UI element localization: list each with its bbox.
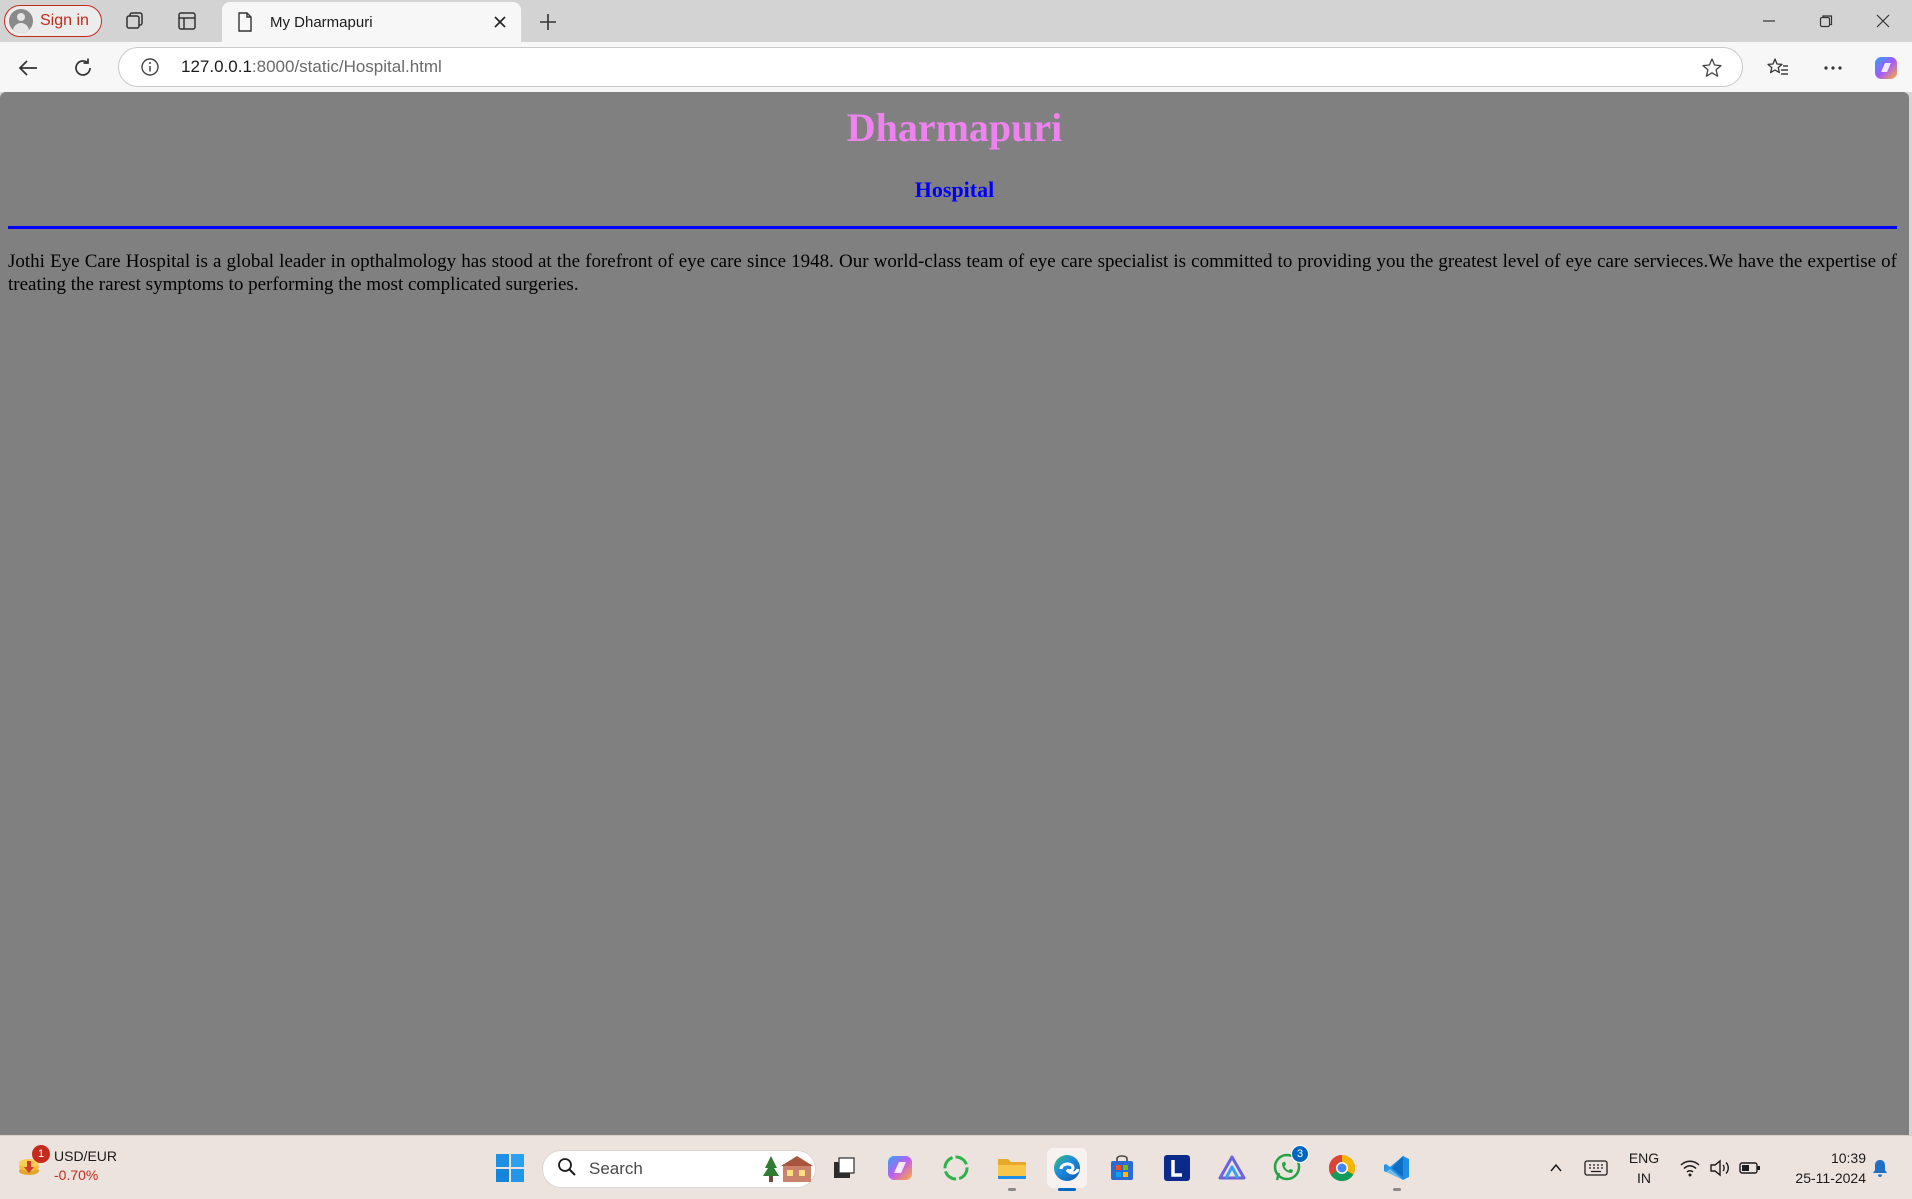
whatsapp-icon[interactable]: 3 [1267, 1145, 1309, 1188]
url-host: 127.0.0.1 [181, 57, 252, 76]
language-code: ENG [1628, 1150, 1660, 1166]
back-icon[interactable] [11, 51, 45, 85]
horizontal-rule [8, 226, 1897, 229]
folder-icon[interactable] [992, 1148, 1032, 1191]
vpn-app-icon[interactable] [1212, 1148, 1252, 1188]
more-icon[interactable] [1816, 51, 1850, 85]
plus-icon[interactable] [534, 8, 562, 36]
running-indicator [1393, 1188, 1401, 1191]
volume-icon[interactable] [1708, 1150, 1732, 1186]
profile-icon [9, 9, 33, 33]
vscode-icon[interactable] [1377, 1148, 1417, 1191]
tab-actions-icon[interactable] [174, 8, 200, 34]
page-viewport: Dharmapuri Hospital Jothi Eye Care Hospi… [0, 92, 1909, 1135]
bell-icon[interactable] [1868, 1150, 1892, 1186]
tab-my-dharmapuri[interactable]: My Dharmapuri [222, 2, 521, 42]
task-view-icon[interactable] [824, 1148, 864, 1188]
address-bar[interactable]: 127.0.0.1:8000/static/Hospital.html [118, 47, 1743, 87]
stocks-icon: 1 [14, 1145, 50, 1181]
currency-change: -0.70% [54, 1167, 99, 1183]
page-subtitle: Hospital [914, 177, 995, 202]
whatsapp-badge: 3 [1291, 1145, 1309, 1163]
search-placeholder: Search [589, 1159, 643, 1178]
chevron-up-icon[interactable] [1544, 1150, 1568, 1186]
windows-start-icon[interactable] [490, 1148, 530, 1188]
taskbar-search[interactable]: Search [542, 1150, 816, 1188]
running-indicator [1008, 1188, 1016, 1191]
keyboard-icon[interactable] [1582, 1150, 1610, 1186]
clock-time: 10:39 [1830, 1150, 1866, 1166]
currency-pair: USD/EUR [54, 1148, 118, 1164]
favorites-icon[interactable] [1761, 51, 1795, 85]
url-path: :8000/static/Hospital.html [251, 57, 442, 76]
chrome-icon[interactable] [1322, 1148, 1362, 1188]
url-text: 127.0.0.1:8000/static/Hospital.html [181, 57, 442, 77]
clock-date: 25-11-2024 [1795, 1170, 1866, 1186]
copilot-icon[interactable] [1869, 51, 1903, 85]
tab-title: My Dharmapuri [270, 13, 373, 31]
page-icon [234, 11, 256, 33]
windows-taskbar: 1 USD/EUR -0.70% Search 3 ENG IN 10:39 2… [0, 1135, 1912, 1199]
restore-icon[interactable] [1803, 4, 1849, 38]
region-code: IN [1637, 1170, 1651, 1186]
weather-finance-widget[interactable]: 1 USD/EUR -0.70% [14, 1145, 118, 1185]
page-title: Dharmapuri [846, 105, 1063, 150]
active-indicator [1058, 1188, 1076, 1191]
language-indicator[interactable]: ENG IN [1620, 1148, 1668, 1188]
widget-badge: 1 [32, 1145, 50, 1163]
close-window-icon[interactable] [1860, 4, 1906, 38]
edge-icon[interactable] [1047, 1148, 1087, 1191]
battery-icon[interactable] [1738, 1150, 1762, 1186]
workspaces-icon[interactable] [122, 8, 148, 34]
refresh-app-icon[interactable] [936, 1148, 976, 1188]
browser-toolbar: 127.0.0.1:8000/static/Hospital.html [0, 42, 1912, 92]
search-highlight-icon [761, 1154, 815, 1184]
sign-in-label: Sign in [40, 12, 89, 29]
minimize-icon[interactable] [1746, 4, 1792, 38]
favorite-star-icon[interactable] [1700, 56, 1724, 80]
search-icon [557, 1157, 577, 1182]
refresh-icon[interactable] [66, 51, 100, 85]
page-paragraph: Jothi Eye Care Hospital is a global lead… [8, 251, 1897, 295]
info-icon[interactable] [139, 56, 161, 78]
l-app-icon[interactable] [1157, 1148, 1197, 1188]
sign-in-button[interactable]: Sign in [4, 5, 102, 37]
close-icon[interactable] [489, 11, 511, 33]
store-icon[interactable] [1102, 1148, 1142, 1188]
copilot-taskbar-icon[interactable] [880, 1148, 920, 1188]
wifi-icon[interactable] [1678, 1150, 1702, 1186]
browser-tab-strip: Sign in My Dharmapuri [0, 0, 1912, 42]
system-clock[interactable]: 10:39 25-11-2024 [1770, 1148, 1866, 1188]
